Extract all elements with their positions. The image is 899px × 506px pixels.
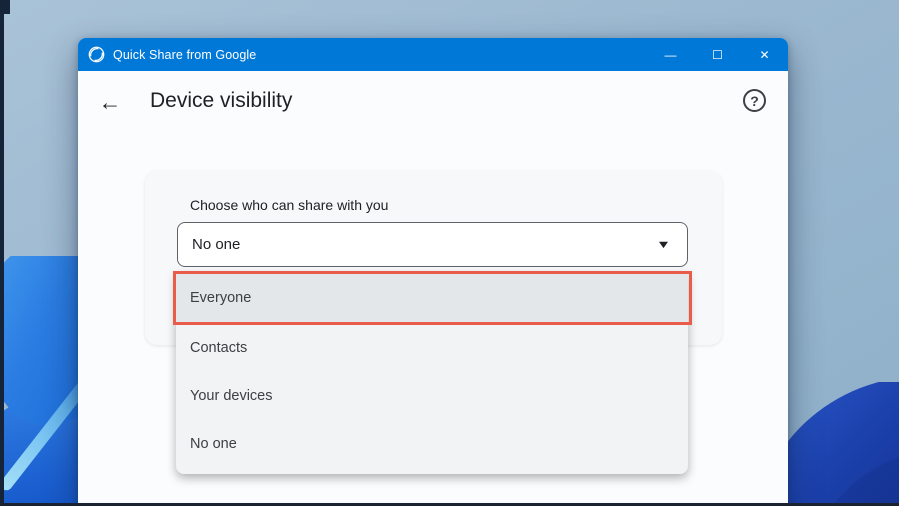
- screen-edge-corner: [0, 0, 10, 14]
- minimize-button[interactable]: —: [647, 38, 694, 71]
- window-titlebar[interactable]: Quick Share from Google — ☐ ✕: [78, 38, 788, 71]
- option-everyone[interactable]: Everyone: [176, 272, 688, 324]
- quick-share-app-icon: [88, 46, 105, 63]
- close-button[interactable]: ✕: [741, 38, 788, 71]
- help-icon: ?: [750, 92, 759, 109]
- option-label: Your devices: [190, 388, 273, 404]
- chevron-down-icon: ▼: [655, 238, 672, 251]
- option-no-one[interactable]: No one: [176, 420, 688, 468]
- close-icon: ✕: [759, 47, 770, 62]
- visibility-dropdown-list: Everyone Contacts Your devices No one: [176, 272, 688, 474]
- minimize-icon: —: [664, 47, 677, 62]
- option-your-devices[interactable]: Your devices: [176, 372, 688, 420]
- maximize-button[interactable]: ☐: [694, 38, 741, 71]
- option-label: Contacts: [190, 340, 248, 356]
- desktop-wallpaper: Quick Share from Google — ☐ ✕ ← Device v…: [0, 0, 899, 506]
- visibility-select[interactable]: No one ▼: [177, 222, 688, 267]
- quick-share-window: Quick Share from Google — ☐ ✕ ← Device v…: [78, 38, 788, 506]
- field-label: Choose who can share with you: [190, 197, 389, 213]
- option-label: No one: [190, 436, 237, 452]
- option-label: Everyone: [190, 290, 252, 306]
- window-title: Quick Share from Google: [113, 47, 257, 62]
- select-value: No one: [192, 236, 241, 253]
- screen-edge-strip: [0, 0, 4, 506]
- option-contacts[interactable]: Contacts: [176, 324, 688, 372]
- window-controls: — ☐ ✕: [647, 38, 788, 71]
- back-arrow-icon: ←: [98, 88, 122, 115]
- help-button[interactable]: ?: [743, 89, 766, 112]
- window-body: ← Device visibility ? Choose who can sha…: [78, 71, 788, 506]
- page-title: Device visibility: [150, 89, 293, 112]
- back-button[interactable]: ←: [96, 88, 124, 116]
- maximize-icon: ☐: [712, 47, 723, 62]
